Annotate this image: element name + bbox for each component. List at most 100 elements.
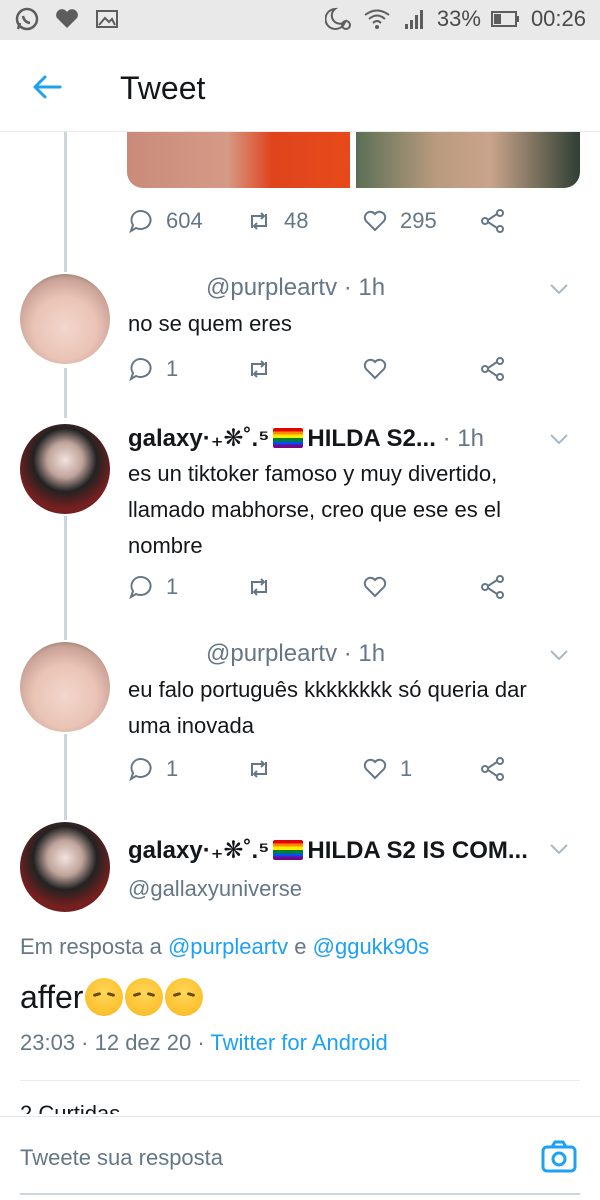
retweet-icon: [251, 212, 267, 230]
battery-percent: 33%: [436, 6, 481, 31]
app-bar: Tweet: [0, 40, 600, 132]
reply-count: 604: [166, 208, 203, 233]
tweet-time: · 1h: [442, 425, 484, 452]
tweet-text: affer: [20, 978, 84, 1015]
reply-icon: [129, 576, 152, 600]
back-arrow-icon[interactable]: [30, 70, 64, 104]
battery-icon: [490, 11, 519, 27]
retweet-button[interactable]: 48: [246, 208, 362, 234]
heart-icon: [56, 9, 78, 28]
tweet-source-link[interactable]: Twitter for Android: [210, 1030, 387, 1055]
share-icon: [481, 575, 504, 599]
share-button[interactable]: [480, 574, 506, 600]
retweet-icon: [251, 760, 267, 778]
reply-count: 1: [166, 756, 179, 781]
share-icon: [481, 757, 504, 781]
like-button[interactable]: 1: [362, 756, 480, 782]
display-name[interactable]: galaxy·₊❋˚.⁵ HILDA S2 IS COM...: [128, 836, 528, 865]
heart-icon: [363, 358, 387, 380]
like-count: 1: [400, 756, 413, 781]
tweet-time: · 1h: [343, 274, 386, 301]
reply-icon: [129, 758, 152, 782]
chevron-down-icon[interactable]: [548, 278, 570, 300]
display-name-prefix: galaxy·₊❋˚.⁵: [128, 837, 270, 864]
tweet-header: galaxy·₊❋˚.⁵ HILDA S2... · 1h: [128, 424, 484, 453]
display-name-prefix[interactable]: galaxy·₊❋˚.⁵: [128, 425, 269, 452]
camera-icon[interactable]: [540, 1137, 578, 1175]
tweet-actions: 1 1: [128, 756, 506, 782]
retweet-button[interactable]: [246, 574, 362, 600]
thread-line: [64, 734, 67, 820]
page-title: Tweet: [120, 70, 206, 106]
thread-line: [64, 516, 67, 640]
tweet-actions: 604 48 295: [128, 208, 506, 234]
reply-compose-bar: Tweete sua resposta: [0, 1116, 600, 1200]
retweet-button[interactable]: [246, 356, 362, 382]
tweet-media-image[interactable]: [127, 132, 350, 188]
avatar[interactable]: [20, 642, 110, 732]
image-icon: [96, 10, 118, 28]
user-handle[interactable]: @purpleartv: [206, 640, 337, 667]
share-button[interactable]: [480, 208, 506, 234]
clock: 00:26: [530, 6, 586, 31]
like-button[interactable]: 295: [362, 208, 480, 234]
whatsapp-icon: [15, 7, 39, 31]
share-icon: [481, 209, 504, 233]
reply-button[interactable]: 1: [128, 356, 246, 382]
reply-icon: [129, 358, 152, 382]
tweet-timestamp: 23:03 · 12 dez 20 ·: [20, 1030, 205, 1055]
thread-line: [64, 132, 67, 272]
reply-count: 1: [166, 574, 179, 599]
thread-line: [64, 368, 67, 418]
retweet-button[interactable]: [246, 756, 362, 782]
signal-icon: [404, 10, 423, 29]
tweet-header: @purpleartv · 1h: [206, 640, 385, 668]
tweet-media-image[interactable]: [356, 132, 580, 188]
reply-count: 1: [166, 356, 179, 381]
like-button[interactable]: [362, 574, 480, 600]
user-handle[interactable]: @purpleartv: [206, 274, 337, 301]
share-button[interactable]: [480, 356, 506, 382]
reply-button[interactable]: 604: [128, 208, 246, 234]
like-button[interactable]: [362, 356, 480, 382]
input-underline: [20, 1193, 580, 1195]
tweet-actions: 1: [128, 356, 506, 382]
heart-icon: [363, 210, 387, 232]
replying-and: e: [294, 934, 307, 959]
tweet-actions: 1: [128, 574, 506, 600]
reply-button[interactable]: 1: [128, 756, 246, 782]
replying-prefix: Em resposta a: [20, 934, 162, 959]
retweet-icon: [251, 360, 267, 378]
reply-input[interactable]: Tweete sua resposta: [20, 1145, 223, 1171]
pensive-face-emoji-icon: [165, 978, 204, 1016]
retweet-icon: [251, 578, 267, 596]
status-bar: 33% 00:26: [0, 0, 600, 40]
like-count: 295: [400, 208, 437, 233]
rainbow-flag-icon: [273, 840, 304, 860]
chevron-down-icon[interactable]: [548, 838, 570, 860]
avatar[interactable]: [20, 822, 110, 912]
likes-count-partial[interactable]: 2 Curtidas: [20, 1100, 120, 1114]
rainbow-flag-icon: [273, 428, 304, 448]
heart-icon: [363, 576, 387, 598]
tweet-header: @purpleartv · 1h: [206, 274, 385, 302]
chevron-down-icon[interactable]: [548, 428, 570, 450]
user-handle[interactable]: @gallaxyuniverse: [128, 876, 302, 902]
main-tweet-text: affer: [20, 978, 204, 1016]
replying-to: Em resposta a @purpleartv e @ggukk90s: [20, 934, 429, 960]
pensive-face-emoji-icon: [85, 978, 124, 1016]
wifi-icon: [364, 9, 390, 29]
chevron-down-icon[interactable]: [548, 644, 570, 666]
reply-button[interactable]: 1: [128, 574, 246, 600]
alarm-moon-icon: [324, 7, 351, 30]
share-icon: [481, 357, 504, 381]
mention-link[interactable]: @purpleartv: [168, 934, 288, 959]
pensive-face-emoji-icon: [125, 978, 164, 1016]
tweet-text: es un tiktoker famoso y muy divertido, l…: [128, 461, 501, 558]
mention-link[interactable]: @ggukk90s: [313, 934, 430, 959]
display-name-suffix[interactable]: HILDA S2...: [307, 425, 435, 452]
avatar[interactable]: [20, 424, 110, 514]
retweet-count: 48: [284, 208, 309, 233]
avatar[interactable]: [20, 274, 110, 364]
share-button[interactable]: [480, 756, 506, 782]
